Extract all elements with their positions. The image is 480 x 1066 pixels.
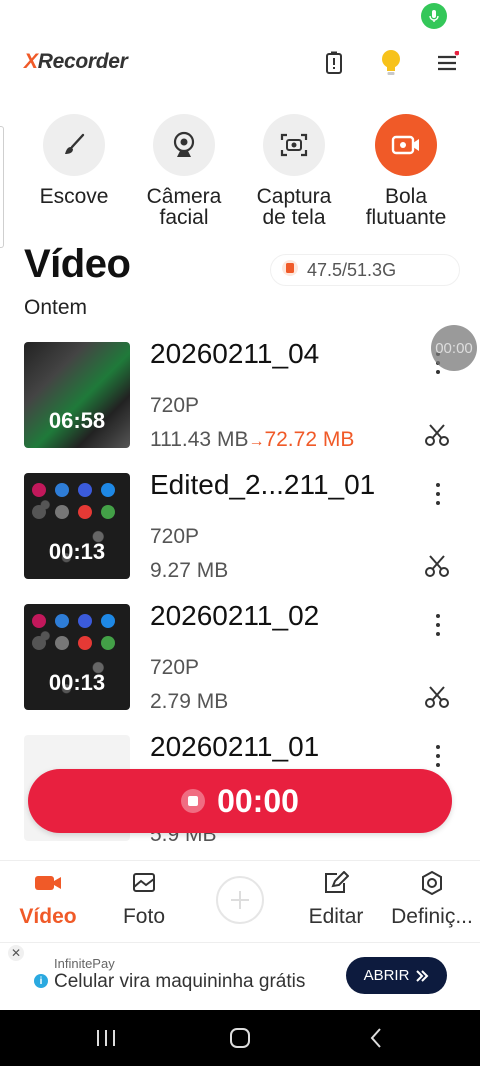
floating-timer-ball[interactable]: 00:00 (431, 325, 477, 371)
video-row[interactable]: 00:13 Edited_2...211_01 720P 9.27 MB (0, 469, 480, 593)
video-title: 20260211_01 (150, 731, 320, 762)
video-camera-icon (0, 869, 96, 897)
nav-video[interactable]: Vídeo (0, 869, 96, 929)
double-chevron-right-icon (416, 969, 429, 982)
screenshot-icon (263, 114, 325, 176)
lightbulb-icon[interactable] (376, 48, 406, 78)
app-logo: XRecorder (24, 50, 128, 73)
photo-icon (96, 869, 192, 897)
floating-video-icon (375, 114, 437, 176)
brush-icon (43, 114, 105, 176)
webcam-icon (153, 114, 215, 176)
battery-saver-icon[interactable] (319, 48, 349, 78)
nav-label: Definiç... (391, 905, 473, 928)
video-size: 2.79 MB (150, 690, 229, 713)
storage-indicator: 47.5/51.3G (270, 254, 460, 286)
add-button[interactable] (216, 876, 264, 924)
record-timer: 00:00 (217, 782, 299, 819)
nav-label: Editar (308, 905, 364, 928)
tool-floating-ball[interactable]: Bola flutuante (356, 114, 456, 228)
date-group-label: Ontem (24, 296, 88, 319)
close-ad-icon[interactable]: ✕ (8, 945, 24, 961)
video-duration: 00:13 (48, 539, 106, 564)
more-options-icon[interactable] (428, 483, 448, 505)
video-title: Edited_2...211_01 (150, 469, 376, 500)
recent-apps-icon[interactable] (94, 1026, 118, 1050)
more-options-icon[interactable] (428, 614, 448, 636)
video-size: 9.27 MB (150, 559, 229, 582)
tool-label: Bola flutuante (365, 185, 447, 229)
video-size: 111.43 MB→72.72 MB (150, 428, 355, 451)
tool-label: Escove (39, 185, 109, 208)
storage-icon (281, 259, 299, 282)
tool-face-camera[interactable]: Câmera facial (134, 114, 234, 228)
quick-tools: Escove Câmera facial Captura de tela Bol… (0, 114, 480, 234)
bottom-navigation: Vídeo Foto Editar Definiç... (0, 860, 480, 942)
nav-photo[interactable]: Foto (96, 869, 192, 929)
microphone-indicator-icon (421, 3, 447, 29)
home-icon[interactable] (228, 1026, 252, 1050)
ad-headline: Celular vira maquininha grátis (54, 971, 306, 992)
video-row[interactable]: 06:58 20260211_04 720P 111.43 MB→72.72 M… (0, 338, 480, 462)
storage-text: 47.5/51.3G (307, 259, 397, 280)
nav-settings[interactable]: Definiç... (384, 869, 480, 929)
ad-open-button[interactable]: ABRIR (346, 957, 447, 994)
scissors-icon[interactable] (424, 422, 450, 448)
video-resolution: 720P (150, 394, 200, 417)
thumbnail-app-icons (32, 614, 115, 650)
video-duration: 06:58 (48, 408, 106, 433)
ad-banner[interactable]: ✕ InfinitePay i Celular vira maquininha … (0, 942, 480, 1010)
nav-edit[interactable]: Editar (288, 869, 384, 929)
tool-label: Câmera facial (146, 185, 222, 229)
system-navigation-bar (0, 1010, 480, 1066)
scissors-icon[interactable] (424, 553, 450, 579)
video-resolution: 720P (150, 656, 200, 679)
tool-label: Captura de tela (256, 185, 332, 229)
record-button[interactable]: 00:00 (28, 769, 452, 833)
video-thumbnail[interactable]: 00:13 (24, 604, 130, 710)
video-thumbnail[interactable]: 00:13 (24, 473, 130, 579)
video-thumbnail[interactable]: 06:58 (24, 342, 130, 448)
settings-icon (384, 869, 480, 897)
video-duration: 00:13 (48, 670, 106, 695)
video-resolution: 720P (150, 525, 200, 548)
more-options-icon[interactable] (428, 745, 448, 767)
video-title: 20260211_04 (150, 338, 320, 369)
video-title: 20260211_02 (150, 600, 320, 631)
back-icon[interactable] (364, 1026, 388, 1050)
section-title: Vídeo (24, 242, 131, 286)
nav-label: Vídeo (19, 905, 77, 928)
plus-icon (231, 891, 249, 909)
nav-label: Foto (122, 905, 166, 928)
ad-brand: InfinitePay (54, 956, 115, 971)
app-header: XRecorder (0, 40, 480, 86)
info-icon[interactable]: i (34, 974, 48, 988)
tool-brush[interactable]: Escove (24, 114, 124, 207)
record-icon (181, 789, 206, 813)
menu-icon[interactable] (432, 48, 462, 78)
video-row[interactable]: 00:13 20260211_02 720P 2.79 MB (0, 600, 480, 724)
thumbnail-app-icons (32, 483, 115, 519)
scissors-icon[interactable] (424, 684, 450, 710)
tool-screenshot[interactable]: Captura de tela (244, 114, 344, 228)
edit-icon (288, 869, 384, 897)
